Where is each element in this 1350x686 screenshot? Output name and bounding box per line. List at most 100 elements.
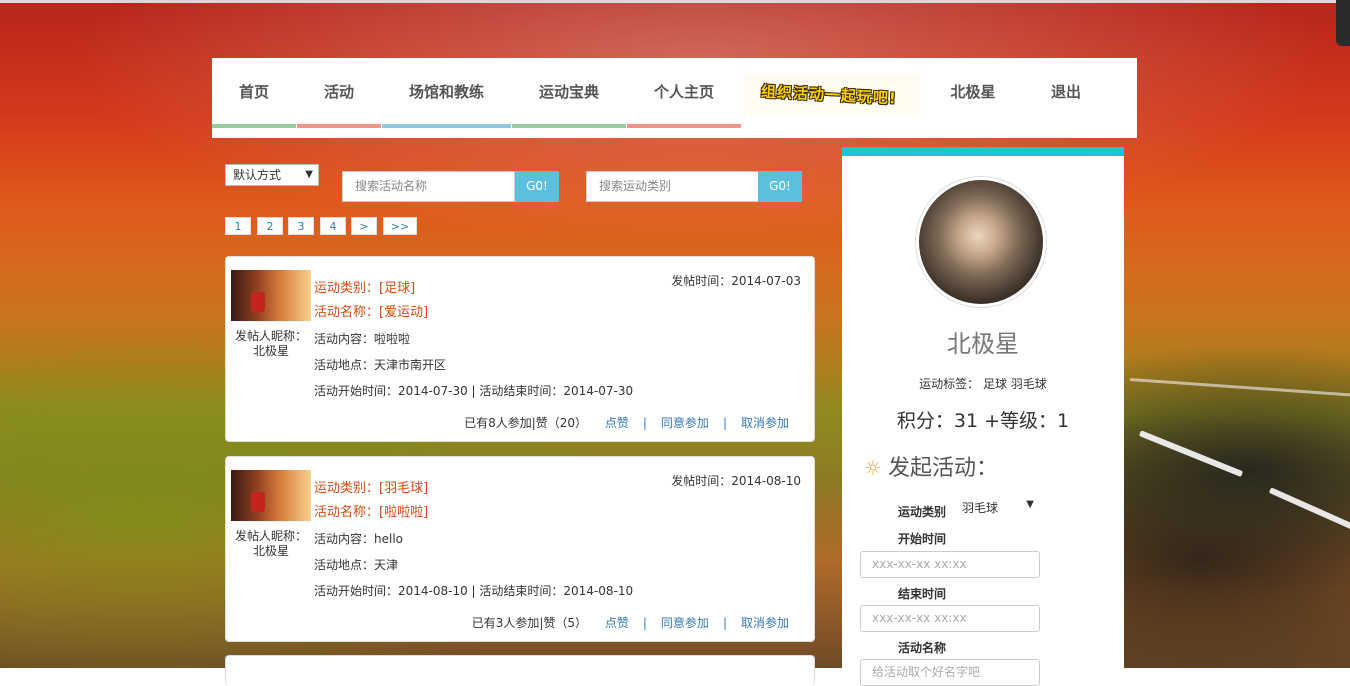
activity-time: 活动开始时间：2014-07-30 | 活动结束时间：2014-07-30 — [314, 384, 634, 398]
page-link-4[interactable]: 4 — [320, 217, 346, 235]
sun-icon: ☼ — [864, 456, 882, 480]
page-link-last[interactable]: >> — [383, 217, 417, 235]
nav-item-user[interactable]: 北极星 — [932, 58, 1014, 128]
join-link[interactable]: 同意参加 — [661, 416, 709, 430]
page-link-3[interactable]: 3 — [288, 217, 314, 235]
separator: | — [722, 416, 727, 430]
poster-info: 发帖人昵称： 北极星 — [230, 329, 312, 359]
start-time-input[interactable]: xxx-xx-xx xx:xx — [860, 551, 1040, 578]
nav-item-venues[interactable]: 场馆和教练 — [382, 58, 511, 128]
activity-name: 活动名称：[啦啦啦] — [314, 505, 429, 520]
page-link-label: 2 — [266, 220, 274, 233]
promo-banner-text: 组织活动一起玩吧! — [760, 82, 898, 108]
form-name-label: 活动名称 — [898, 641, 947, 655]
activity-category: 运动类别：[足球] — [314, 281, 416, 296]
page-link-label: 1 — [234, 220, 242, 233]
activity-location: 活动地点：天津市南开区 — [314, 358, 447, 372]
participant-count: 已有8人参加|赞（20） — [464, 416, 588, 430]
sort-select-value: 默认方式 — [233, 168, 282, 182]
activity-actions: 已有8人参加|赞（20） 点赞 | 同意参加 | 取消参加 — [464, 414, 789, 431]
participant-count: 已有3人参加|赞（5） — [471, 616, 588, 630]
sort-select[interactable]: 默认方式 ▼ — [225, 164, 319, 186]
join-link[interactable]: 同意参加 — [661, 616, 709, 630]
road-stripe — [1129, 378, 1350, 398]
post-date-label: 发帖时间： — [671, 474, 732, 488]
post-date-value: 2014-07-03 — [731, 274, 801, 288]
profile-panel: 北极星 运动标签： 足球 羽毛球 积分：31 +等级：1 ☼ 发起活动： 运动类别… — [842, 147, 1124, 686]
browser-top-border — [0, 0, 1350, 3]
activity-card: 发帖人昵称： 北极星 运动类别：[足球] 活动名称：[爱运动] 发帖时间：201… — [225, 256, 815, 442]
activity-name: 活动名称：[爱运动] — [314, 305, 429, 320]
form-end-label: 结束时间 — [898, 587, 947, 601]
page-link-label: > — [359, 220, 369, 233]
input-placeholder: xxx-xx-xx xx:xx — [872, 557, 967, 571]
poster-name: 北极星 — [252, 544, 289, 558]
road-stripe — [1268, 487, 1350, 532]
post-date-label: 发帖时间： — [671, 274, 732, 288]
like-link[interactable]: 点赞 — [605, 416, 629, 430]
cancel-join-link[interactable]: 取消参加 — [741, 416, 789, 430]
page-link-1[interactable]: 1 — [225, 217, 251, 235]
cancel-join-link[interactable]: 取消参加 — [741, 616, 789, 630]
nav-item-guide[interactable]: 运动宝典 — [512, 58, 626, 128]
launch-activity-heading: ☼ 发起活动： — [864, 450, 998, 482]
activity-category: 运动类别：[羽毛球] — [314, 481, 429, 496]
search-placeholder: 搜索活动名称 — [355, 179, 428, 193]
nav-underline — [382, 124, 511, 128]
nav-item-label: 首页 — [238, 84, 269, 101]
search-activity-type-input[interactable]: 搜索运动类别 — [586, 171, 759, 202]
activity-card: 发帖人昵称： 北极星 运动类别：[羽毛球] 活动名称：[啦啦啦] 发帖时间：20… — [225, 456, 815, 642]
chevron-down-icon: ▼ — [305, 169, 313, 180]
scrollbar-thumb[interactable] — [1336, 0, 1350, 46]
nav-underline — [627, 124, 741, 128]
activity-time: 活动开始时间：2014-08-10 | 活动结束时间：2014-08-10 — [314, 584, 634, 598]
avatar — [919, 180, 1043, 304]
activity-type-value: 羽毛球 — [962, 501, 999, 515]
end-time-input[interactable]: xxx-xx-xx xx:xx — [860, 605, 1040, 632]
activity-name-input[interactable]: 给活动取个好名字吧 — [860, 659, 1040, 686]
nav-underline — [212, 124, 296, 128]
nav-underline — [297, 124, 381, 128]
activity-content: 活动内容：hello — [314, 532, 403, 546]
profile-name: 北极星 — [947, 330, 1019, 358]
activity-thumbnail — [231, 270, 311, 321]
activity-thumbnail — [231, 470, 311, 521]
activity-actions: 已有3人参加|赞（5） 点赞 | 同意参加 | 取消参加 — [472, 614, 789, 631]
page-link-label: 3 — [297, 220, 305, 233]
nav-item-label: 场馆和教练 — [408, 84, 484, 101]
launch-activity-title: 发起活动： — [887, 456, 998, 481]
nav-item-activities[interactable]: 活动 — [297, 58, 381, 128]
nav-logout-label: 退出 — [1050, 84, 1081, 101]
page-link-2[interactable]: 2 — [257, 217, 283, 235]
post-date-value: 2014-08-10 — [731, 474, 801, 488]
post-date: 发帖时间：2014-08-10 — [671, 472, 801, 489]
input-placeholder: xxx-xx-xx xx:xx — [872, 611, 967, 625]
nav-user-label: 北极星 — [950, 84, 996, 101]
promo-banner[interactable]: 组织活动一起玩吧! — [743, 74, 921, 116]
nav-item-homepage[interactable]: 个人主页 — [627, 58, 741, 128]
main-nav: 首页 活动 场馆和教练 运动宝典 个人主页 组织活动一起玩吧! 北极星 退出 — [212, 58, 1137, 138]
page-link-label: 4 — [329, 220, 337, 233]
search-name-go-button[interactable]: G0! — [515, 171, 559, 202]
poster-label: 发帖人昵称： — [234, 329, 307, 343]
poster-info: 发帖人昵称： 北极星 — [230, 529, 312, 559]
activity-type-select[interactable]: 羽毛球 ▼ — [962, 499, 1034, 516]
page-link-next[interactable]: > — [351, 217, 377, 235]
activity-location: 活动地点：天津 — [314, 558, 399, 572]
go-button-label: G0! — [769, 179, 791, 193]
like-link[interactable]: 点赞 — [605, 616, 629, 630]
nav-item-home[interactable]: 首页 — [212, 58, 296, 128]
page-link-label: >> — [390, 220, 410, 233]
separator: | — [722, 616, 727, 630]
separator: | — [642, 416, 647, 430]
poster-name: 北极星 — [252, 344, 289, 358]
search-activity-name-input[interactable]: 搜索活动名称 — [342, 171, 515, 202]
activity-card — [225, 655, 815, 685]
nav-item-logout[interactable]: 退出 — [1024, 58, 1108, 128]
profile-score: 积分：31 +等级：1 — [896, 410, 1070, 432]
activity-content: 活动内容：啦啦啦 — [314, 332, 411, 346]
search-type-go-button[interactable]: G0! — [758, 171, 802, 202]
road-stripe — [1138, 430, 1244, 477]
nav-item-label: 活动 — [323, 84, 354, 101]
chevron-down-icon: ▼ — [1026, 499, 1034, 510]
